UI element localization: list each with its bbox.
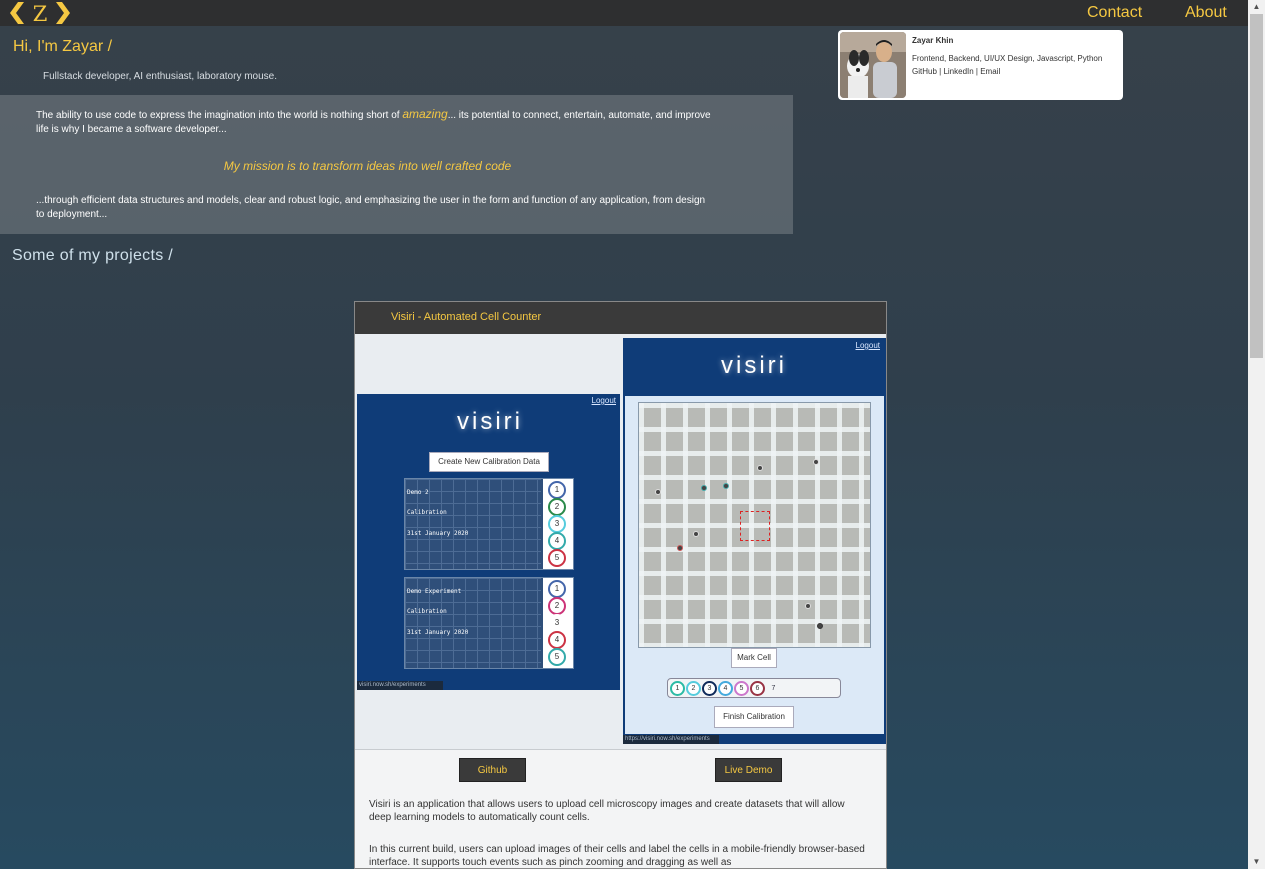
avatar-photo-icon [840,32,906,98]
counter-circle: 1 [670,681,685,696]
selection-box [740,511,770,541]
project-screenshots: Logout visiri Create New Calibration Dat… [355,334,886,750]
count-circle: 3 [548,614,566,632]
counter-circle: 7 [771,685,776,692]
profile-skills: Frontend, Backend, UI/UX Design, Javascr… [912,54,1103,63]
avatar [840,32,906,98]
cell-marker [701,485,707,491]
visiri-logo: visiri [457,408,523,435]
cell-marker [677,545,683,551]
experiment-date: 31st January 2020 [407,530,469,537]
nav-about-link[interactable]: About [1185,4,1227,22]
tagline: Fullstack developer, AI enthusiast, labo… [43,71,278,82]
count-circle: 5 [548,549,566,567]
project-description-detail: In this current build, users can upload … [369,844,865,868]
logout-link: Logout [591,396,616,405]
intro-paragraph: The ability to use code to express the i… [36,107,716,137]
experiment-type: Calibration [407,608,447,615]
counter-row: 1 2 3 4 5 6 7 [667,678,841,698]
experiment-name: Demo 2 [407,489,429,496]
screenshot-calibration: Logout visiri Mark Cell 1 2 3 4 5 6 7 Fi… [623,338,886,744]
counter-circle: 2 [686,681,701,696]
mark-cell-button: Mark Cell [731,648,777,668]
cell-marker [757,465,763,471]
experiment-date: 31st January 2020 [407,629,469,636]
cell-marker [655,489,661,495]
intro-text-before: The ability to use code to express the i… [36,110,403,121]
profile-card: Zayar Khin Frontend, Backend, UI/UX Desi… [838,30,1123,100]
mission-statement: My mission is to transform ideas into we… [223,159,512,173]
project-title: Visiri - Automated Cell Counter [391,311,542,323]
project-card: Visiri - Automated Cell Counter Logout v… [354,301,887,869]
finish-calibration-button: Finish Calibration [714,706,794,728]
cell-marker [693,531,699,537]
github-link[interactable]: GitHub [912,67,937,76]
profile-links: GitHub | LinkedIn | Email [912,67,1001,76]
project-header: Visiri - Automated Cell Counter [355,302,886,334]
github-button[interactable]: Github [459,758,526,782]
cell-marker [813,459,819,465]
count-circle: 5 [548,648,566,666]
live-demo-button[interactable]: Live Demo [715,758,782,782]
project-description: Visiri is an application that allows use… [369,799,845,823]
experiment-type: Calibration [407,509,447,516]
url-strip: https://visiri.now.sh/experiments [623,735,719,744]
experiment-counter-strip: 1 2 3 4 5 [543,578,573,668]
cell-marker [805,603,811,609]
counter-circle: 5 [734,681,749,696]
nav-contact-link[interactable]: Contact [1087,4,1142,22]
count-circle: 3 [548,515,566,533]
profile-name: Zayar Khin [912,36,954,45]
count-circle: 2 [548,498,566,516]
url-strip: visiri.now.sh/experiments [357,681,443,690]
count-circle: 2 [548,597,566,615]
scroll-up-icon[interactable]: ▲ [1248,0,1265,14]
experiment-card: Demo 2 Calibration 31st January 2020 1 2… [404,478,574,570]
experiment-card: Demo Experiment Calibration 31st January… [404,577,574,669]
experiment-counter-strip: 1 2 3 4 5 [543,479,573,569]
cell-marker [723,483,729,489]
experiment-name: Demo Experiment [407,588,462,595]
projects-heading: Some of my projects / [12,247,174,264]
amazing-highlight: amazing [402,107,448,121]
cell-marker [817,623,823,629]
mission-paragraph: ...through efficient data structures and… [36,195,706,220]
mission-section: The ability to use code to express the i… [0,95,793,234]
linkedin-link[interactable]: LinkedIn [943,67,973,76]
counter-circle: 3 [702,681,717,696]
top-nav: Z Contact About [0,0,1248,26]
page-title: Hi, I'm Zayar / [13,38,113,55]
logout-link: Logout [855,341,880,350]
screenshot-experiments: Logout visiri Create New Calibration Dat… [357,394,620,690]
page-scrollbar[interactable]: ▲ ▼ [1248,0,1265,869]
microscopy-image [638,402,871,648]
logo-letter: Z [33,2,48,25]
scroll-down-icon[interactable]: ▼ [1248,855,1265,869]
email-link[interactable]: Email [980,67,1000,76]
create-calibration-button: Create New Calibration Data [429,452,549,472]
count-circle: 1 [548,481,566,499]
count-circle: 4 [548,631,566,649]
count-circle: 1 [548,580,566,598]
logo-icon[interactable]: Z [8,1,72,25]
count-circle: 4 [548,532,566,550]
counter-circle: 6 [750,681,765,696]
counter-circle: 4 [718,681,733,696]
visiri-logo: visiri [721,352,787,379]
scroll-thumb[interactable] [1250,14,1263,358]
